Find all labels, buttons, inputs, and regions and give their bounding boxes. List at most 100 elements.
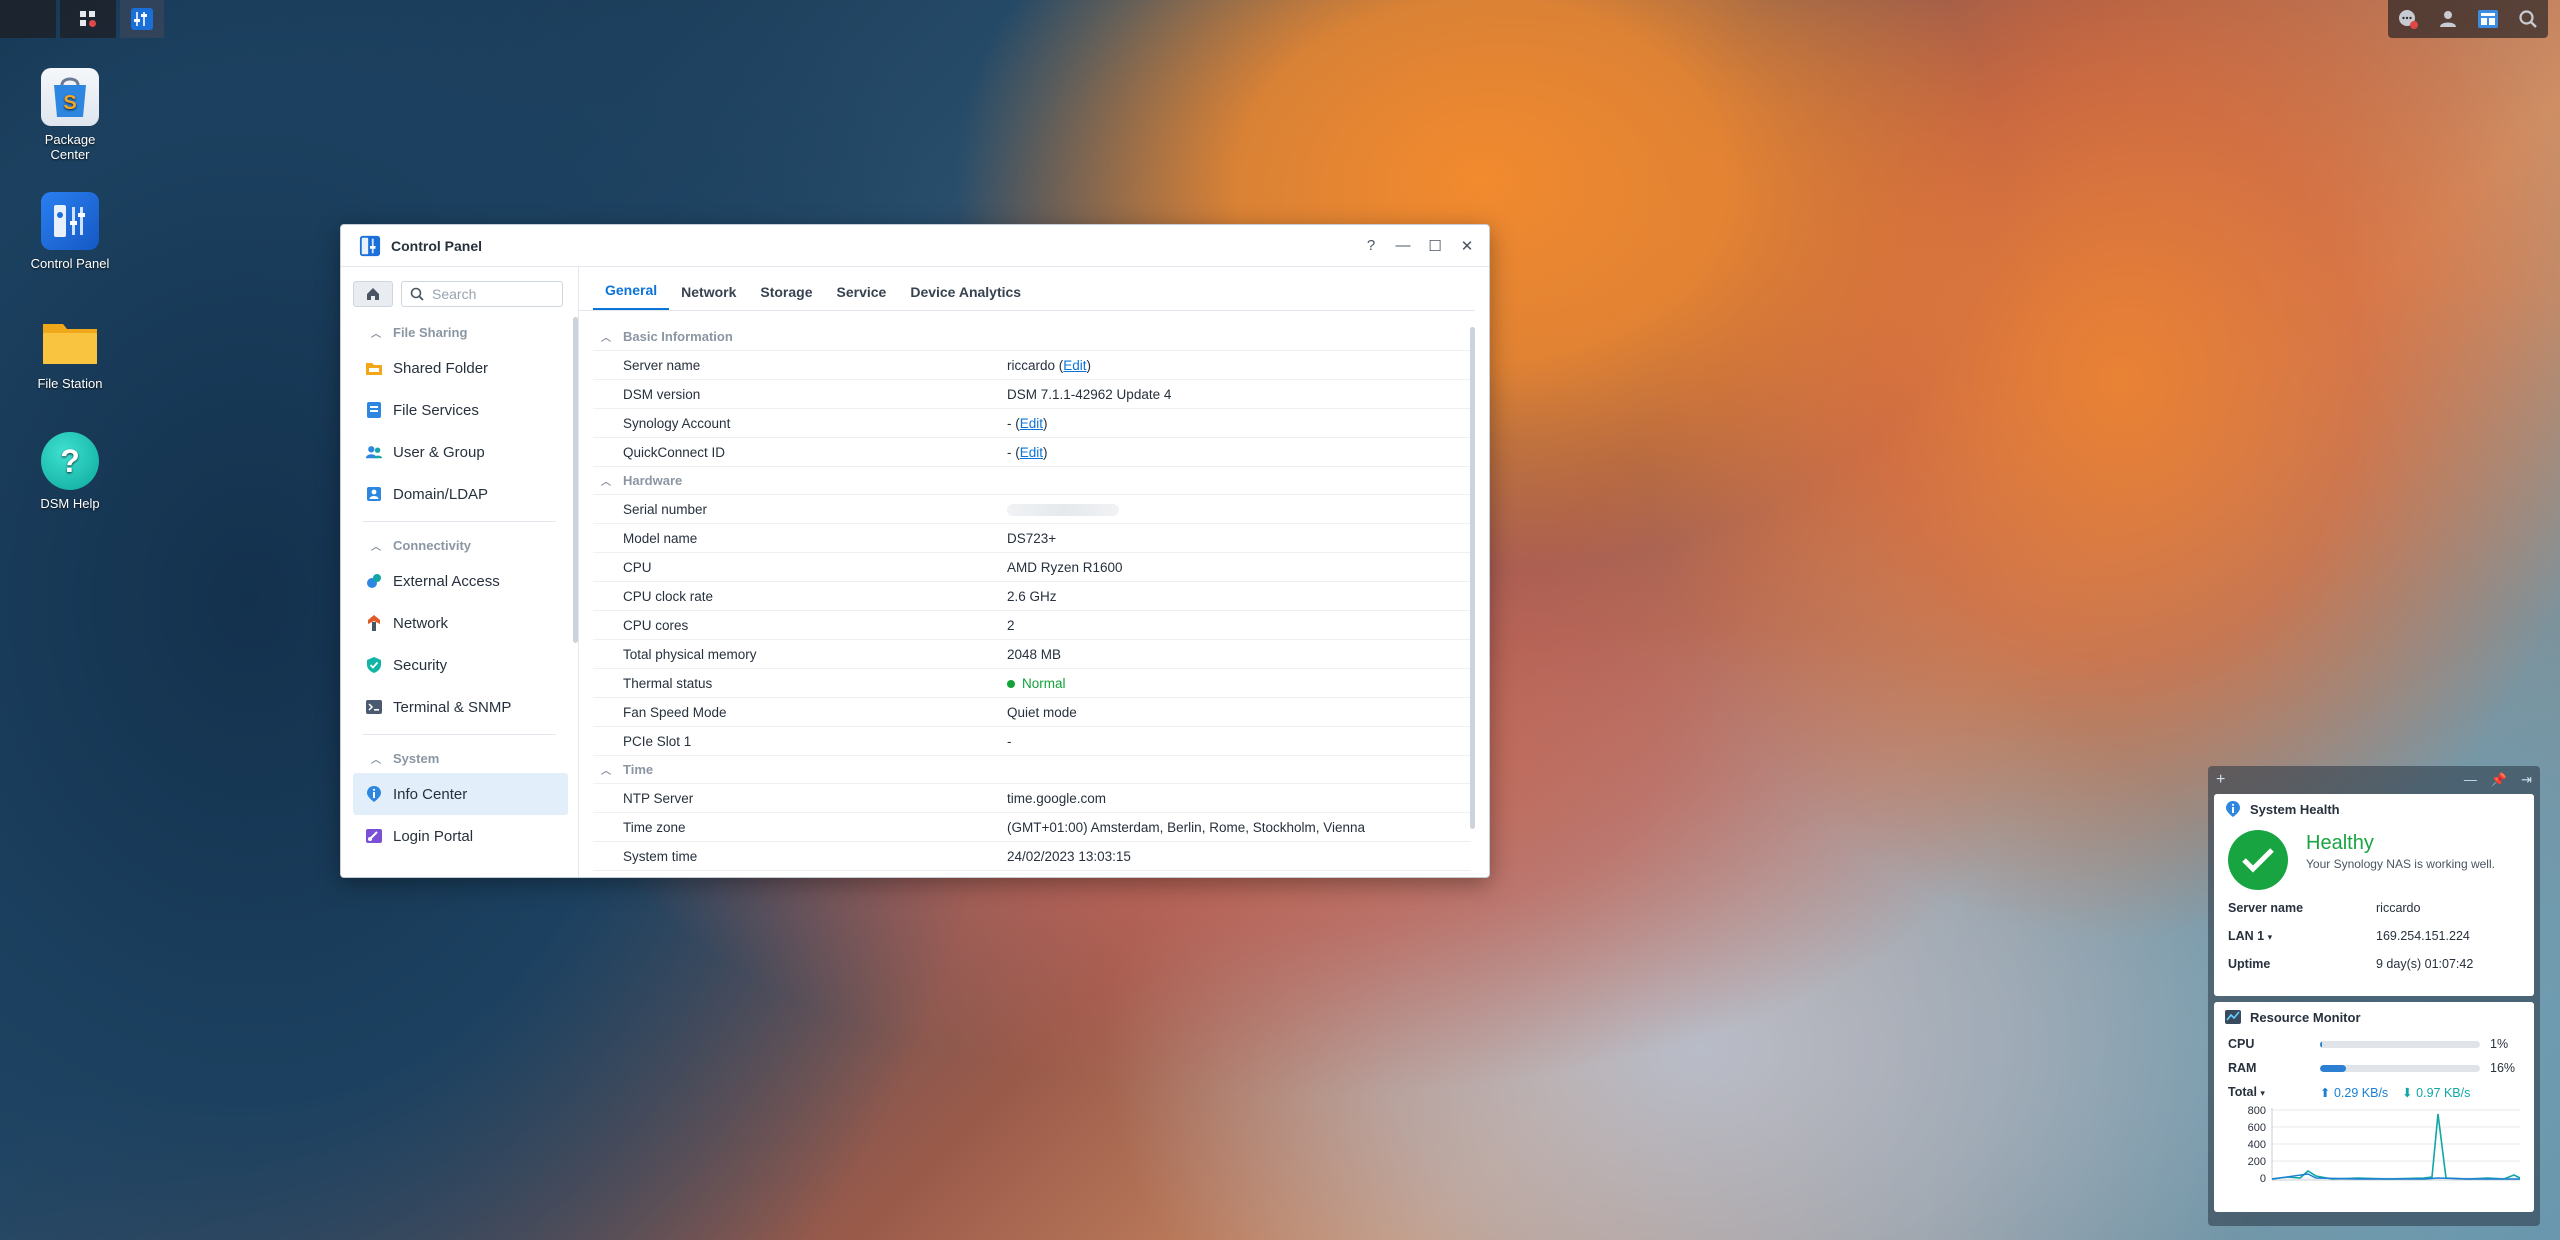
search-box[interactable] — [401, 281, 563, 307]
widgets-panel: + — 📌 ⇥ System Health Healthy Your Synol… — [2208, 766, 2540, 1226]
sidebar-item-terminal-snmp[interactable]: Terminal & SNMP — [353, 686, 568, 728]
content-scrollbar[interactable] — [1470, 327, 1475, 829]
main-panel: General Network Storage Service Device A… — [579, 267, 1489, 877]
search-button[interactable] — [2508, 0, 2548, 38]
section-basic-information[interactable]: ︿ Basic Information — [593, 323, 1471, 351]
group-system[interactable]: ︿ System — [341, 743, 578, 773]
caret-down-icon: ▾ — [2267, 932, 2273, 942]
chevron-up-icon: ︿ — [601, 766, 611, 777]
chevron-up-icon: ︿ — [601, 333, 611, 344]
kv-label: Server name — [2228, 901, 2304, 915]
tab-general[interactable]: General — [593, 282, 670, 310]
widget-title: Resource Monitor — [2250, 1009, 2361, 1025]
sidebar-item-domain-ldap[interactable]: Domain/LDAP — [353, 473, 568, 515]
section-title: Basic Information — [623, 329, 733, 344]
notifications-button[interactable] — [2388, 0, 2428, 38]
ram-row: RAM 16% — [2214, 1056, 2534, 1080]
row-value: DSM 7.1.1-42962 Update 4 — [1007, 386, 1172, 402]
show-desktop-button[interactable] — [0, 0, 56, 38]
tab-network[interactable]: Network — [669, 284, 748, 310]
chart-tick-label: 600 — [2248, 1122, 2266, 1134]
info-row: Serial number — [593, 495, 1471, 524]
search-icon — [410, 287, 424, 301]
desktop-icon-label: DSM Help — [40, 496, 100, 511]
row-value: (GMT+01:00) Amsterdam, Berlin, Rome, Sto… — [1007, 819, 1366, 835]
sidebar-item-label: Security — [393, 656, 448, 674]
desktop-icon-file-station[interactable]: File Station — [18, 312, 122, 391]
sidebar-item-login-portal[interactable]: Login Portal — [353, 815, 568, 857]
sidebar-item-file-services[interactable]: File Services — [353, 389, 568, 431]
caret-down-icon: ▾ — [2260, 1088, 2265, 1098]
cpu-percent: 1% — [2490, 1037, 2509, 1051]
section-time[interactable]: ︿ Time — [593, 756, 1471, 784]
row-label: CPU — [623, 559, 652, 575]
window-titlebar[interactable]: Control Panel ? — ☐ ✕ — [341, 225, 1489, 267]
section-hardware[interactable]: ︿ Hardware — [593, 467, 1471, 495]
row-value: Normal — [1007, 676, 1471, 691]
home-icon — [367, 288, 379, 300]
pin-icon[interactable]: 📌 — [2491, 772, 2507, 788]
ram-percent: 16% — [2490, 1061, 2516, 1075]
resource-label: Total — [2228, 1085, 2257, 1099]
sidebar-item-shared-folder[interactable]: Shared Folder — [353, 347, 568, 389]
users-icon — [365, 443, 383, 461]
search-input[interactable] — [432, 286, 552, 302]
desktop-icon-dsm-help[interactable]: ? DSM Help — [18, 432, 122, 511]
taskbar-control-panel[interactable] — [120, 0, 164, 38]
sidebar-item-security[interactable]: Security — [353, 644, 568, 686]
tab-service[interactable]: Service — [825, 284, 899, 310]
chevron-up-icon: ︿ — [371, 328, 381, 340]
chart-tick-label: 800 — [2248, 1105, 2266, 1117]
close-button[interactable]: ✕ — [1451, 230, 1483, 262]
minimize-button[interactable]: — — [1387, 230, 1419, 262]
maximize-button[interactable]: ☐ — [1419, 230, 1451, 262]
edit-synology-account-link[interactable]: Edit — [1020, 416, 1043, 431]
sidebar-item-network[interactable]: Network — [353, 602, 568, 644]
desktop-icon-package-center[interactable]: S Package Center — [18, 68, 122, 162]
sidebar-item-label: Login Portal — [393, 827, 474, 845]
divider — [363, 521, 556, 522]
search-icon — [2519, 10, 2537, 28]
tab-storage[interactable]: Storage — [748, 284, 824, 310]
widgets-button[interactable] — [2468, 0, 2508, 38]
total-row: Total ▾ ⬆ 0.29 KB/s ⬇ 0.97 KB/s — [2214, 1080, 2534, 1104]
group-connectivity[interactable]: ︿ Connectivity — [341, 530, 578, 560]
sidebar-item-user-group[interactable]: User & Group — [353, 431, 568, 473]
kv-row: Uptime 9 day(s) 01:07:42 — [2214, 950, 2534, 978]
lan-dropdown[interactable]: LAN 1 ▾ — [2228, 929, 2376, 943]
collapse-widgets-icon[interactable]: ⇥ — [2521, 772, 2532, 788]
upload-arrow-icon: ⬆ — [2320, 1085, 2331, 1100]
resource-monitor-widget: Resource Monitor CPU 1% RAM 16% Total ▾ ⬆ 0… — [2214, 1002, 2534, 1212]
add-widget-icon[interactable]: + — [2216, 771, 2225, 789]
desktop-icon-control-panel[interactable]: Control Panel — [18, 192, 122, 271]
home-button[interactable] — [353, 281, 393, 307]
row-label: Serial number — [623, 501, 708, 517]
user-button[interactable] — [2428, 0, 2468, 38]
control-panel-icon — [41, 192, 99, 250]
resource-label: CPU — [2228, 1037, 2255, 1051]
total-dropdown[interactable]: Total ▾ — [2228, 1085, 2320, 1099]
kv-label: LAN 1 — [2228, 929, 2265, 943]
download-rate: ⬇ 0.97 KB/s — [2402, 1085, 2470, 1100]
network-chart: 800 600 400 200 0 — [2228, 1104, 2534, 1196]
desktop-icon-label: Package — [44, 132, 96, 147]
group-file-sharing[interactable]: ︿ File Sharing — [341, 317, 578, 347]
kv-row: LAN 1 ▾ 169.254.151.224 — [2214, 922, 2534, 950]
tab-device-analytics[interactable]: Device Analytics — [898, 284, 1033, 310]
info-row: Server name riccardo (Edit) — [593, 351, 1471, 380]
sidebar-item-info-center[interactable]: Info Center — [353, 773, 568, 815]
group-title: File Sharing — [393, 324, 468, 340]
edit-server-name-link[interactable]: Edit — [1063, 358, 1086, 373]
sidebar-scrollbar[interactable] — [573, 317, 578, 643]
network-icon — [365, 614, 383, 632]
main-menu-button[interactable] — [60, 0, 116, 38]
sidebar-item-external-access[interactable]: External Access — [353, 560, 568, 602]
info-row: Model name DS723+ — [593, 524, 1471, 553]
row-value — [1007, 502, 1471, 517]
minimize-widgets-icon[interactable]: — — [2464, 772, 2477, 788]
info-row: Synology Account - (Edit) — [593, 409, 1471, 438]
edit-quickconnect-link[interactable]: Edit — [1020, 445, 1043, 460]
chart-tick-label: 0 — [2260, 1173, 2266, 1185]
row-value: 2 — [1007, 617, 1015, 633]
help-button[interactable]: ? — [1355, 230, 1387, 262]
